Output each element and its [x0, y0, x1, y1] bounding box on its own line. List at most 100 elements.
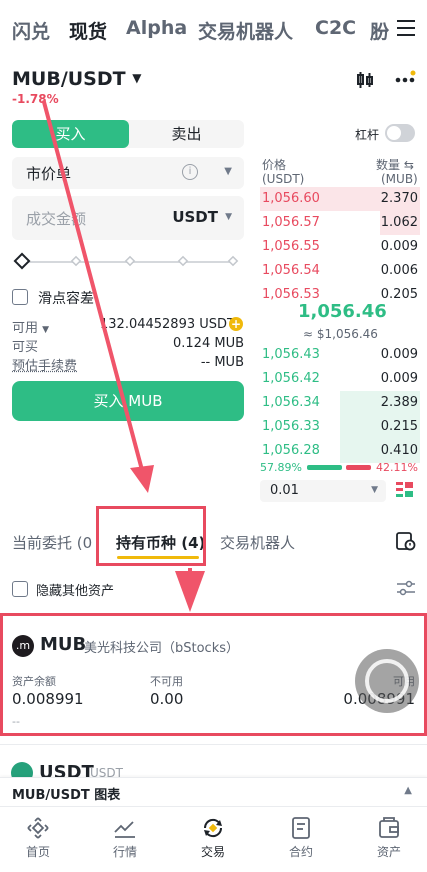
- price: 1,056.43: [262, 347, 320, 362]
- bid-row[interactable]: 1,056.28 0.410: [260, 439, 420, 463]
- price-change: -1.78%: [12, 92, 59, 106]
- leverage-toggle[interactable]: [385, 124, 415, 142]
- quantity: 0.006: [380, 263, 418, 278]
- info-icon[interactable]: i: [182, 164, 198, 180]
- price: 1,056.60: [262, 191, 320, 206]
- ob-price-unit: (USDT): [262, 172, 305, 186]
- caret-up-icon[interactable]: ▲: [404, 785, 412, 796]
- precision-value: 0.01: [270, 483, 299, 498]
- available-value: 132.04452893 USDT: [100, 317, 235, 332]
- chart-icon: [114, 821, 135, 838]
- bid-row[interactable]: 1,056.42 0.009: [260, 367, 420, 391]
- menu-icon[interactable]: [395, 20, 415, 36]
- tab-more[interactable]: 肦: [370, 17, 389, 44]
- tab-flash-swap[interactable]: 闪兑: [12, 17, 50, 44]
- ask-row[interactable]: 1,056.57 1.062: [260, 211, 420, 235]
- buy-sell-ratio-bar: [307, 465, 371, 470]
- more-options-icon[interactable]: [394, 70, 416, 94]
- tab-bots[interactable]: 交易机器人: [220, 532, 295, 553]
- divider: [0, 744, 427, 745]
- quantity: 2.370: [380, 191, 418, 206]
- price: 1,056.33: [262, 419, 320, 434]
- home-icon: [27, 817, 49, 839]
- buy-submit-button[interactable]: 买入 MUB: [12, 381, 244, 421]
- caret-down-icon: ▼: [224, 166, 232, 177]
- tab-trading-bots[interactable]: 交易机器人: [198, 17, 293, 44]
- order-type-value: 市价单: [26, 165, 72, 183]
- chart-bar[interactable]: MUB/USDT 图表 ▲: [0, 777, 427, 806]
- buy-ratio: 57.89%: [260, 461, 302, 474]
- filter-icon[interactable]: [396, 579, 416, 601]
- holding-name: 美光科技公司（bStocks）: [84, 641, 240, 656]
- caret-down-icon: ▼: [132, 71, 142, 85]
- slippage-checkbox[interactable]: [12, 289, 28, 305]
- order-history-icon[interactable]: [396, 531, 416, 555]
- price: 1,056.55: [262, 239, 320, 254]
- wallet-icon: [379, 817, 399, 838]
- assistive-touch-button[interactable]: [355, 649, 419, 713]
- hide-other-assets-checkbox[interactable]: [12, 581, 28, 597]
- holding-card[interactable]: .m MUB 美光科技公司（bStocks） 资产余额 0.008991 不可用…: [0, 613, 427, 736]
- ask-row[interactable]: 1,056.54 0.006: [260, 259, 420, 283]
- add-funds-icon[interactable]: +: [229, 317, 243, 331]
- can-buy-label: 可买: [12, 340, 39, 355]
- divider: [0, 806, 427, 807]
- ob-price-header: 价格: [262, 158, 287, 172]
- slippage-label: 滑点容差: [38, 291, 94, 307]
- quantity: 0.215: [380, 419, 418, 434]
- price: 1,056.34: [262, 395, 320, 410]
- unavailable-label: 不可用: [150, 675, 183, 688]
- quantity: 1.062: [380, 215, 418, 230]
- nav-assets[interactable]: 资产: [359, 817, 419, 860]
- available-label[interactable]: 可用 ▼: [12, 317, 49, 336]
- tab-alpha[interactable]: Alpha: [126, 17, 187, 39]
- pair-symbol: MUB/USDT: [12, 68, 126, 90]
- orderbook-layout-icon[interactable]: [396, 481, 414, 503]
- trade-icon: [203, 818, 223, 838]
- holding-footnote: --: [12, 715, 20, 728]
- unavailable-value: 0.00: [150, 690, 184, 708]
- nav-trade[interactable]: 交易: [183, 817, 243, 860]
- nav-markets[interactable]: 行情: [95, 817, 155, 860]
- precision-select[interactable]: 0.01 ▼: [260, 480, 386, 502]
- last-price-usd: ≈ $1,056.46: [303, 327, 378, 341]
- bid-row[interactable]: 1,056.33 0.215: [260, 415, 420, 439]
- ask-row[interactable]: 1,056.60 2.370: [260, 187, 420, 211]
- holdings-tab-highlight: [96, 506, 206, 566]
- buy-tab[interactable]: 买入: [12, 120, 129, 148]
- bid-row[interactable]: 1,056.34 2.389: [260, 391, 420, 415]
- order-type-select[interactable]: 市价单 i ▼: [12, 157, 244, 189]
- nav-home[interactable]: 首页: [8, 817, 68, 860]
- amount-placeholder: 成交金额: [26, 210, 87, 228]
- price: 1,056.54: [262, 263, 320, 278]
- candlestick-icon[interactable]: [355, 70, 375, 94]
- sell-tab[interactable]: 卖出: [129, 120, 244, 148]
- leverage-label: 杠杆: [355, 128, 380, 142]
- ob-qty-header[interactable]: 数量 ⇆: [376, 156, 414, 173]
- quantity: 0.009: [380, 347, 418, 362]
- price: 1,056.53: [262, 287, 320, 302]
- quantity: 0.009: [380, 239, 418, 254]
- buy-sell-toggle: 买入 卖出: [12, 120, 244, 148]
- balance-label: 资产余额: [12, 675, 56, 688]
- tab-spot[interactable]: 现货: [69, 17, 107, 44]
- tab-open-orders[interactable]: 当前委托 (0: [12, 532, 92, 553]
- can-buy-value: 0.124 MUB: [173, 336, 244, 351]
- futures-icon: [292, 817, 310, 839]
- sell-ratio: 42.11%: [376, 461, 418, 474]
- nav-futures[interactable]: 合约: [271, 817, 331, 860]
- quantity: 0.009: [380, 371, 418, 386]
- quantity: 0.410: [380, 443, 418, 458]
- quantity: 2.389: [380, 395, 418, 410]
- fee-label[interactable]: 预估手续费: [12, 355, 77, 374]
- price: 1,056.57: [262, 215, 320, 230]
- pair-selector[interactable]: MUB/USDT ▼: [12, 68, 141, 90]
- tab-c2c[interactable]: C2C: [315, 17, 356, 39]
- amount-slider[interactable]: [12, 252, 244, 272]
- amount-unit[interactable]: USDT: [172, 208, 218, 226]
- ask-row[interactable]: 1,056.55 0.009: [260, 235, 420, 259]
- price: 1,056.28: [262, 443, 320, 458]
- caret-down-icon: ▼: [371, 485, 378, 495]
- amount-input[interactable]: 成交金额 USDT ▼: [12, 196, 244, 240]
- bid-row[interactable]: 1,056.43 0.009: [260, 343, 420, 367]
